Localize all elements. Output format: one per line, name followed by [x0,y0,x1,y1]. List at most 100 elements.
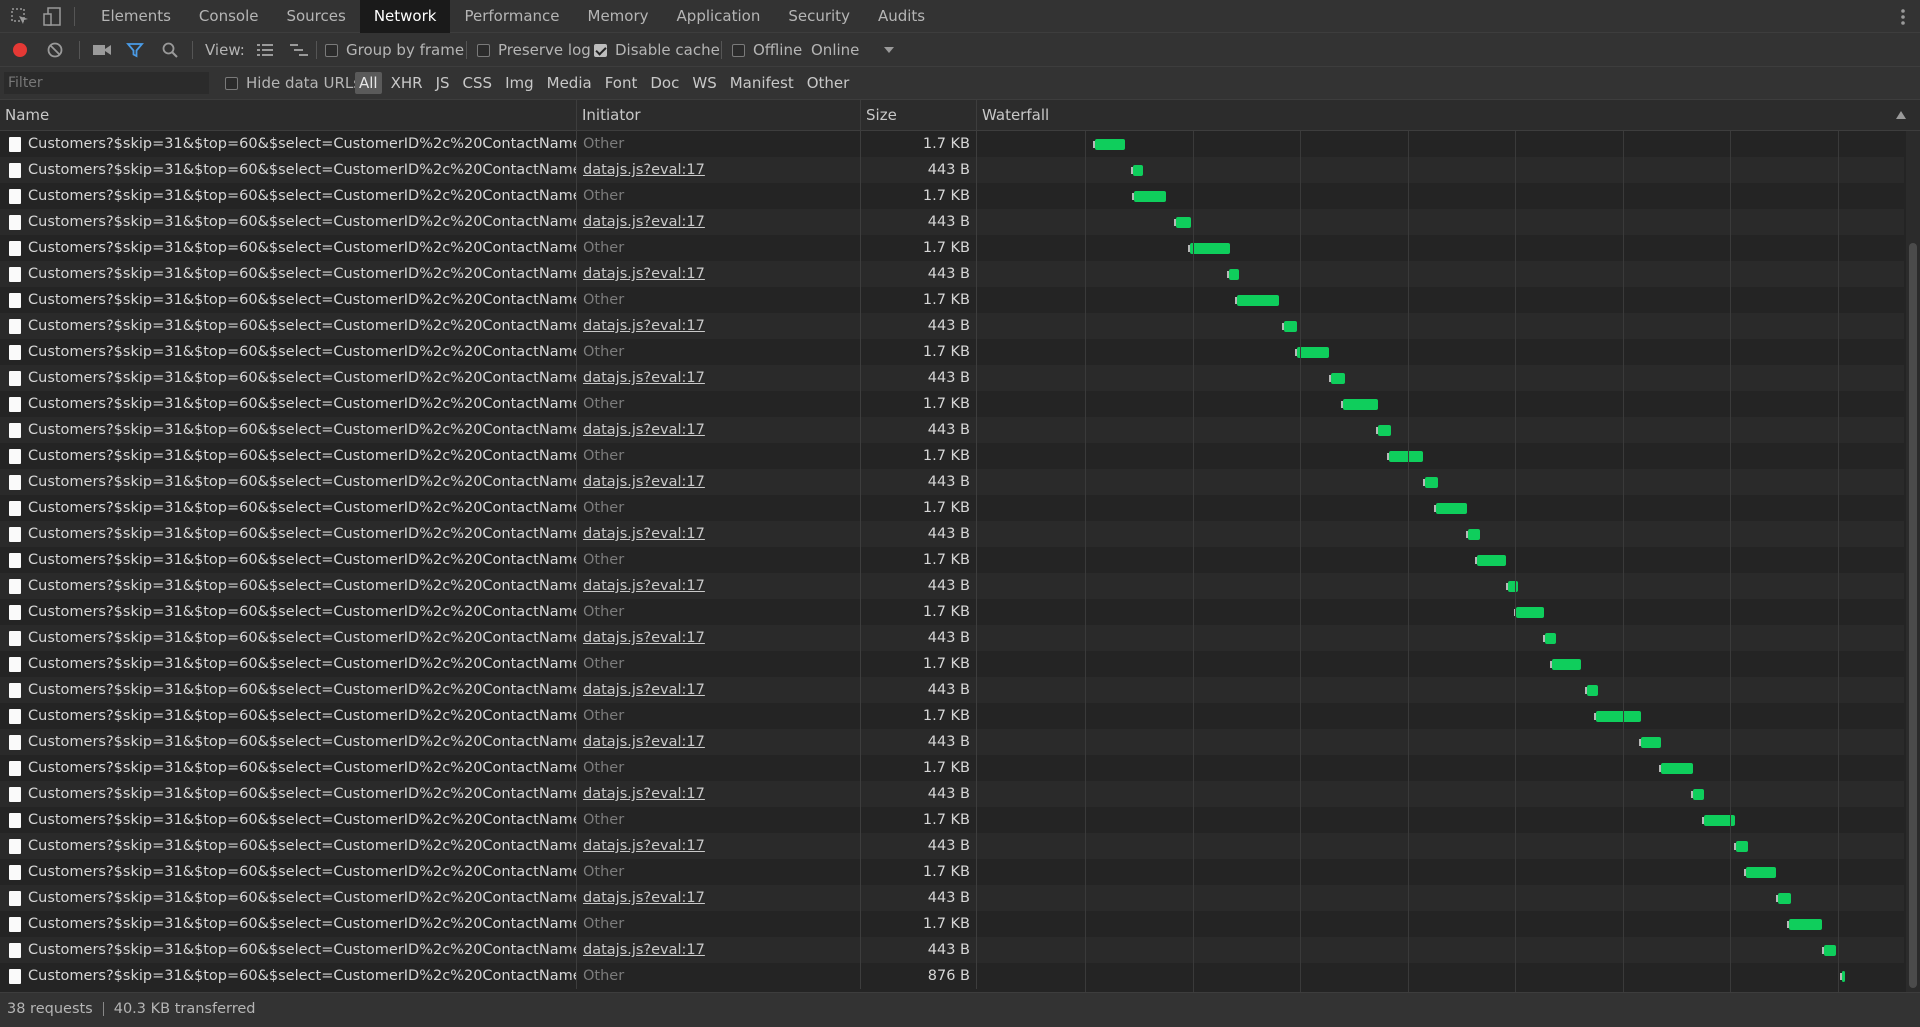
request-name[interactable]: Customers?$skip=31&$top=60&$select=Custo… [0,261,576,287]
column-header-initiator[interactable]: Initiator [576,100,860,131]
table-row[interactable]: Customers?$skip=31&$top=60&$select=Custo… [0,573,1904,599]
overview-waterfall-icon[interactable] [289,40,309,60]
table-row[interactable]: Customers?$skip=31&$top=60&$select=Custo… [0,755,1904,781]
request-name[interactable]: Customers?$skip=31&$top=60&$select=Custo… [0,859,576,885]
request-waterfall[interactable] [976,183,1905,209]
table-row[interactable]: Customers?$skip=31&$top=60&$select=Custo… [0,183,1904,209]
filter-icon[interactable] [126,40,144,60]
waterfall-bar[interactable] [1514,607,1544,618]
request-name[interactable]: Customers?$skip=31&$top=60&$select=Custo… [0,235,576,261]
request-initiator-link[interactable]: datajs.js?eval:17 [576,573,860,599]
request-name[interactable]: Customers?$skip=31&$top=60&$select=Custo… [0,443,576,469]
type-filter-media[interactable]: Media [543,72,596,94]
request-waterfall[interactable] [976,131,1905,157]
request-name[interactable]: Customers?$skip=31&$top=60&$select=Custo… [0,755,576,781]
tab-audits[interactable]: Audits [864,0,939,33]
waterfall-bar[interactable] [1423,477,1438,488]
group-by-frame-box[interactable] [325,43,338,57]
request-name[interactable]: Customers?$skip=31&$top=60&$select=Custo… [0,729,576,755]
request-waterfall[interactable] [976,287,1905,313]
request-initiator-link[interactable]: datajs.js?eval:17 [576,365,860,391]
type-filter-xhr[interactable]: XHR [387,72,427,94]
request-waterfall[interactable] [976,833,1905,859]
request-initiator-link[interactable]: datajs.js?eval:17 [576,833,860,859]
waterfall-bar[interactable] [1295,347,1329,358]
request-waterfall[interactable] [976,573,1905,599]
request-name[interactable]: Customers?$skip=31&$top=60&$select=Custo… [0,547,576,573]
waterfall-bar[interactable] [1341,399,1378,410]
request-name[interactable]: Customers?$skip=31&$top=60&$select=Custo… [0,781,576,807]
table-row[interactable]: Customers?$skip=31&$top=60&$select=Custo… [0,599,1904,625]
table-row[interactable]: Customers?$skip=31&$top=60&$select=Custo… [0,157,1904,183]
table-row[interactable]: Customers?$skip=31&$top=60&$select=Custo… [0,365,1904,391]
waterfall-bar[interactable] [1174,217,1191,228]
request-waterfall[interactable] [976,521,1905,547]
request-waterfall[interactable] [976,443,1905,469]
request-initiator-link[interactable]: datajs.js?eval:17 [576,209,860,235]
offline-box[interactable] [732,43,745,57]
request-waterfall[interactable] [976,651,1905,677]
table-row[interactable]: Customers?$skip=31&$top=60&$select=Custo… [0,937,1904,963]
table-row[interactable]: Customers?$skip=31&$top=60&$select=Custo… [0,963,1904,989]
request-name[interactable]: Customers?$skip=31&$top=60&$select=Custo… [0,495,576,521]
waterfall-bar[interactable] [1659,763,1693,774]
table-row[interactable]: Customers?$skip=31&$top=60&$select=Custo… [0,417,1904,443]
waterfall-bar[interactable] [1475,555,1506,566]
request-initiator-link[interactable]: datajs.js?eval:17 [576,885,860,911]
request-name[interactable]: Customers?$skip=31&$top=60&$select=Custo… [0,573,576,599]
preserve-log-box[interactable] [477,43,490,57]
request-initiator-link[interactable]: datajs.js?eval:17 [576,469,860,495]
tab-security[interactable]: Security [774,0,864,33]
request-waterfall[interactable] [976,599,1905,625]
waterfall-bar[interactable] [1434,503,1467,514]
waterfall-bar[interactable] [1691,789,1704,800]
table-row[interactable]: Customers?$skip=31&$top=60&$select=Custo… [0,885,1904,911]
offline-checkbox[interactable]: Offline [732,40,802,60]
request-name[interactable]: Customers?$skip=31&$top=60&$select=Custo… [0,339,576,365]
request-name[interactable]: Customers?$skip=31&$top=60&$select=Custo… [0,599,576,625]
table-row[interactable]: Customers?$skip=31&$top=60&$select=Custo… [0,495,1904,521]
type-filter-all[interactable]: All [355,72,382,94]
tab-application[interactable]: Application [663,0,775,33]
request-name[interactable]: Customers?$skip=31&$top=60&$select=Custo… [0,807,576,833]
sort-ascending-icon[interactable] [1896,111,1906,119]
tab-sources[interactable]: Sources [272,0,359,33]
request-waterfall[interactable] [976,417,1905,443]
table-row[interactable]: Customers?$skip=31&$top=60&$select=Custo… [0,469,1904,495]
waterfall-bar[interactable] [1744,867,1776,878]
request-waterfall[interactable] [976,703,1905,729]
table-row[interactable]: Customers?$skip=31&$top=60&$select=Custo… [0,131,1904,157]
disable-cache-checkbox[interactable]: Disable cache [594,40,720,60]
column-header-waterfall[interactable]: Waterfall [976,100,1920,131]
type-filter-js[interactable]: JS [432,72,454,94]
waterfall-bar[interactable] [1376,425,1391,436]
more-options-icon[interactable] [1896,6,1910,28]
request-initiator-link[interactable]: datajs.js?eval:17 [576,937,860,963]
scrollbar-thumb[interactable] [1909,243,1917,988]
inspect-element-icon[interactable] [9,6,31,28]
waterfall-bar[interactable] [1543,633,1556,644]
table-row[interactable]: Customers?$skip=31&$top=60&$select=Custo… [0,729,1904,755]
table-row[interactable]: Customers?$skip=31&$top=60&$select=Custo… [0,443,1904,469]
table-row[interactable]: Customers?$skip=31&$top=60&$select=Custo… [0,677,1904,703]
group-by-frame-checkbox[interactable]: Group by frame [325,40,464,60]
type-filter-other[interactable]: Other [803,72,854,94]
device-toolbar-icon[interactable] [42,6,64,28]
table-row[interactable]: Customers?$skip=31&$top=60&$select=Custo… [0,235,1904,261]
request-waterfall[interactable] [976,911,1905,937]
request-waterfall[interactable] [976,157,1905,183]
waterfall-bar[interactable] [1840,971,1845,982]
request-name[interactable]: Customers?$skip=31&$top=60&$select=Custo… [0,183,576,209]
waterfall-bar[interactable] [1132,191,1166,202]
request-waterfall[interactable] [976,391,1905,417]
request-initiator-link[interactable]: datajs.js?eval:17 [576,417,860,443]
waterfall-bar[interactable] [1734,841,1748,852]
request-name[interactable]: Customers?$skip=31&$top=60&$select=Custo… [0,651,576,677]
request-name[interactable]: Customers?$skip=31&$top=60&$select=Custo… [0,677,576,703]
request-waterfall[interactable] [976,625,1905,651]
hide-data-urls-checkbox[interactable]: Hide data URLs [225,73,361,93]
type-filter-doc[interactable]: Doc [646,72,683,94]
waterfall-bar[interactable] [1131,165,1143,176]
request-name[interactable]: Customers?$skip=31&$top=60&$select=Custo… [0,391,576,417]
request-name[interactable]: Customers?$skip=31&$top=60&$select=Custo… [0,625,576,651]
